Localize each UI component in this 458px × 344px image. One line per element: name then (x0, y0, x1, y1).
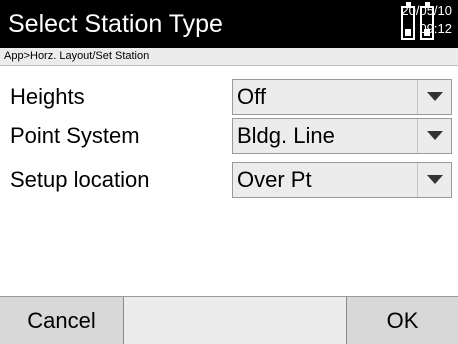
point-system-label: Point System (10, 123, 140, 148)
title-bar: Select Station Type 20/05/10 09:12 (0, 0, 458, 48)
chevron-down-icon (427, 131, 443, 140)
dropdown-button[interactable] (417, 119, 451, 153)
date-display: 20/05/10 (401, 3, 452, 18)
heights-label: Heights (10, 84, 85, 109)
breadcrumb-text: App>Horz. Layout/Set Station (4, 50, 150, 62)
heights-value: Off (237, 84, 266, 109)
time-display: 09:12 (419, 21, 452, 36)
cancel-button[interactable]: Cancel (0, 297, 124, 344)
footer-bar: Cancel OK (0, 296, 458, 344)
dropdown-button[interactable] (417, 80, 451, 114)
screen: Select Station Type 20/05/10 09:12 App>H… (0, 0, 458, 344)
setup-location-label: Setup location (10, 167, 150, 192)
dropdown-button[interactable] (417, 163, 451, 197)
point-system-value: Bldg. Line (237, 123, 335, 148)
setup-location-value: Over Pt (237, 167, 312, 192)
ok-button-label: OK (386, 308, 419, 333)
cancel-button-label: Cancel (27, 308, 96, 333)
breadcrumb: App>Horz. Layout/Set Station (0, 48, 458, 66)
ok-button[interactable]: OK (346, 297, 458, 344)
chevron-down-icon (427, 175, 443, 184)
point-system-select[interactable]: Bldg. Line (232, 118, 452, 154)
heights-select[interactable]: Off (232, 79, 452, 115)
setup-location-select[interactable]: Over Pt (232, 162, 452, 198)
page-title: Select Station Type (8, 10, 223, 38)
chevron-down-icon (427, 92, 443, 101)
